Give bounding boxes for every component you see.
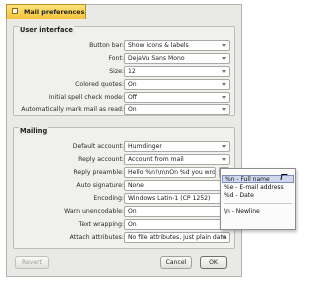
- menu-separator: [224, 203, 292, 204]
- spell-check-label: Initial spell check mode:: [48, 94, 124, 101]
- encoding-select[interactable]: Windows Latin-1 (CP 1252): [124, 193, 230, 204]
- reply-account-select[interactable]: Account from mail: [124, 154, 230, 165]
- default-account-label: Default account:: [72, 143, 124, 150]
- auto-signature-label: Auto signature:: [76, 182, 124, 189]
- menu-item-email[interactable]: %e - E-mail address: [224, 184, 284, 192]
- auto-signature-row: Auto signature: None: [14, 180, 236, 192]
- ok-button[interactable]: OK: [200, 256, 227, 269]
- attach-attributes-label: Attach attributes:: [69, 234, 124, 241]
- spell-check-row: Initial spell check mode: Off: [14, 92, 236, 104]
- mark-read-label: Automatically mark mail as read:: [21, 106, 124, 113]
- size-row: Size: 12: [14, 66, 236, 78]
- window-title-tab[interactable]: Mail preferences: [6, 4, 86, 19]
- default-account-select[interactable]: Humdinger: [124, 141, 230, 152]
- size-label: Size:: [109, 68, 124, 75]
- user-interface-title: User interface: [19, 26, 74, 34]
- font-row: Font: DejaVu Sans Mono: [14, 53, 236, 65]
- window-title: Mail preferences: [24, 8, 85, 16]
- user-interface-group: User interface Button bar: Show icons & …: [13, 26, 235, 116]
- close-box-icon[interactable]: [12, 8, 18, 14]
- attach-attributes-row: Attach attributes: No file attributes, j…: [14, 232, 236, 244]
- font-select[interactable]: DejaVu Sans Mono: [124, 53, 230, 64]
- default-account-row: Default account: Humdinger: [14, 141, 236, 153]
- text-wrapping-row: Text wrapping: On: [14, 219, 236, 231]
- colored-quotes-row: Colored quotes: On: [14, 79, 236, 91]
- mailing-group: Mailing Default account: Humdinger Reply…: [13, 127, 235, 249]
- warn-unencodable-select[interactable]: On: [124, 206, 230, 217]
- revert-button[interactable]: Revert: [15, 256, 49, 269]
- reply-preamble-input[interactable]: Hello %n!\n\nOn %d you wrot: [124, 167, 216, 178]
- cancel-button[interactable]: Cancel: [160, 256, 192, 269]
- mark-read-row: Automatically mark mail as read: On: [14, 104, 236, 116]
- button-bar-label: Button bar:: [89, 42, 124, 49]
- mouse-pointer-icon: [280, 174, 288, 180]
- reply-preamble-label: Reply preamble:: [73, 169, 124, 176]
- encoding-label: Encoding:: [93, 195, 124, 202]
- button-bar-row: Button bar: Show icons & labels: [14, 40, 236, 52]
- mailing-title: Mailing: [19, 127, 49, 135]
- font-label: Font:: [108, 55, 124, 62]
- menu-item-newline[interactable]: \n - Newline: [224, 208, 260, 216]
- menu-item-date[interactable]: %d - Date: [224, 192, 254, 200]
- auto-signature-select[interactable]: None: [124, 180, 230, 191]
- encoding-row: Encoding: Windows Latin-1 (CP 1252): [14, 193, 236, 205]
- warn-unencodable-row: Warn unencodable: On: [14, 206, 236, 218]
- attach-attributes-select[interactable]: No file attributes, just plain data: [124, 232, 230, 243]
- spell-check-select[interactable]: Off: [124, 92, 230, 103]
- reply-preamble-row: Reply preamble: Hello %n!\n\nOn %d you w…: [14, 167, 236, 179]
- text-wrapping-label: Text wrapping:: [78, 221, 124, 228]
- colored-quotes-label: Colored quotes:: [75, 81, 124, 88]
- reply-account-label: Reply account:: [78, 156, 124, 163]
- text-wrapping-select[interactable]: On: [124, 219, 230, 230]
- warn-unencodable-label: Warn unencodable:: [64, 208, 124, 215]
- button-bar-select[interactable]: Show icons & labels: [124, 40, 230, 51]
- mark-read-select[interactable]: On: [124, 104, 230, 115]
- size-select[interactable]: 12: [124, 66, 230, 77]
- reply-account-row: Reply account: Account from mail: [14, 154, 236, 166]
- colored-quotes-select[interactable]: On: [124, 79, 230, 90]
